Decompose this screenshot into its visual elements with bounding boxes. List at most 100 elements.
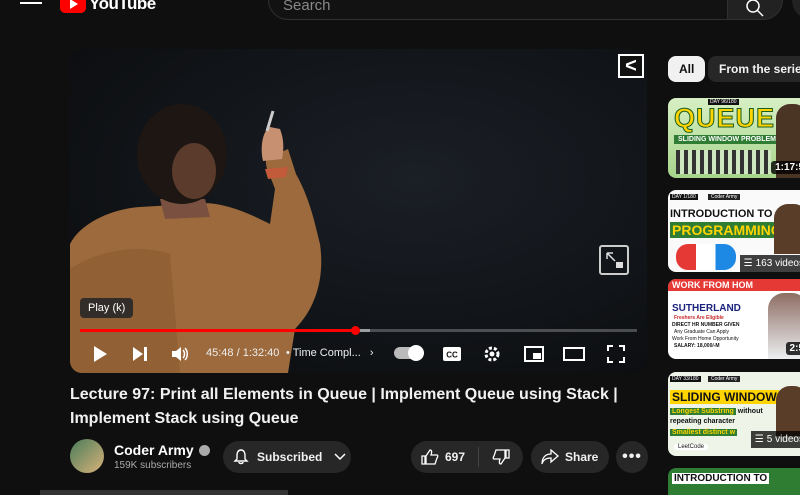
subscriber-count: 159K subscribers: [114, 460, 192, 471]
recommended-playlist-programming[interactable]: Coder Army DAY 1/180 INTRODUCTION TO PRO…: [668, 190, 800, 272]
share-button[interactable]: Share: [531, 441, 609, 473]
recommended-video-partial[interactable]: INTRODUCTION TO: [668, 468, 800, 495]
gear-icon: [484, 346, 500, 362]
time-display: 45:48 / 1:32:40: [206, 347, 280, 359]
settings-button[interactable]: [480, 343, 504, 365]
captions-button[interactable]: CC: [440, 343, 464, 365]
progress-played: [80, 329, 356, 332]
share-icon: [541, 449, 559, 465]
channel-avatar[interactable]: [70, 439, 104, 473]
thumb-line-2: repeating character: [670, 418, 735, 425]
thumb-headline: INTRODUCTION TO: [672, 473, 770, 484]
video-duration: 1:17:5: [771, 161, 800, 174]
thumb-headline: SLIDING WINDOW: [670, 390, 779, 404]
progress-bar[interactable]: [80, 326, 637, 335]
channel-name[interactable]: Coder Army: [114, 442, 210, 458]
thumb-brand: Coder Army: [708, 194, 741, 200]
fullscreen-button[interactable]: [604, 343, 628, 365]
thumb-line-1: Freshers Are Eligible: [674, 315, 724, 321]
volume-icon: [172, 347, 188, 361]
chevron-right-icon: ›: [369, 347, 374, 359]
thumb-headline: QUEUE: [673, 103, 776, 134]
miniplayer-button[interactable]: [522, 343, 546, 365]
thumb-line-5: SALARY: 18,000/-M: [674, 343, 720, 349]
playlist-icon: ☰: [754, 434, 764, 445]
channel-watermark-logo[interactable]: <: [618, 54, 644, 78]
more-actions-button[interactable]: •••: [616, 441, 648, 473]
thumbs-up-icon: [421, 449, 439, 465]
theater-mode-button[interactable]: [562, 343, 586, 365]
volume-button[interactable]: [168, 343, 192, 365]
theater-icon: [563, 347, 585, 361]
like-count: 697: [445, 450, 466, 464]
video-frame-presenter: [70, 104, 322, 373]
channel-name-text: Coder Army: [114, 442, 194, 458]
more-icon: •••: [622, 448, 642, 465]
play-icon: [94, 346, 107, 362]
thumb-presenter: [774, 204, 800, 254]
playlist-count: 163 videos: [755, 258, 800, 269]
chapter-title[interactable]: • Time Compl... ›: [286, 347, 374, 359]
thumb-language-icons: [676, 244, 736, 270]
recommended-video-queue[interactable]: DAY 96/180 QUEUE SLIDING WINDOW PROBLEM …: [668, 98, 800, 178]
youtube-logo[interactable]: YouTube: [60, 0, 156, 14]
recommended-video-sutherland[interactable]: WORK FROM HOM SUTHERLAND Freshers Are El…: [668, 279, 800, 359]
verified-icon: [198, 444, 210, 456]
thumb-footer: LeetCode: [674, 444, 709, 450]
thumb-queue-illustration: [676, 150, 771, 174]
autoplay-toggle[interactable]: [394, 345, 424, 361]
next-button[interactable]: [128, 343, 152, 365]
subscribed-label: Subscribed: [257, 450, 323, 464]
like-button[interactable]: 697: [411, 447, 479, 467]
voice-search-button[interactable]: [792, 0, 800, 20]
chevron-down-icon: [334, 453, 346, 461]
thumb-line-4: Work From Home Opportunity: [672, 336, 739, 342]
playlist-count-badge: ☰ 163 videos: [739, 255, 800, 272]
playlist-count-badge: ☰5 videos: [750, 431, 800, 448]
thumb-banner: WORK FROM HOM: [668, 279, 800, 291]
thumbs-down-icon: [492, 449, 510, 465]
menu-icon[interactable]: [20, 0, 42, 10]
bell-icon: [233, 449, 249, 465]
thumb-day-badge: DAY 33/180: [670, 376, 701, 382]
thumb-line-3: Any Graduate Can Apply: [674, 329, 730, 335]
expand-icon[interactable]: [599, 245, 629, 275]
search-icon: [746, 0, 764, 17]
youtube-play-icon: [60, 0, 86, 13]
subscribed-button[interactable]: Subscribed: [223, 441, 351, 473]
svg-text:CC: CC: [446, 351, 458, 360]
like-dislike-bar: 697: [411, 441, 523, 473]
logo-text: YouTube: [89, 0, 156, 13]
thumb-headline: INTRODUCTION TO: [670, 208, 773, 220]
playlist-icon: ☰: [743, 258, 753, 269]
chip-from-the-series[interactable]: From the series: [708, 56, 800, 82]
cc-icon: CC: [443, 347, 461, 361]
chip-all[interactable]: All: [668, 56, 706, 82]
share-label: Share: [565, 450, 599, 464]
miniplayer-icon: [524, 346, 544, 362]
scroll-strip: [40, 490, 288, 495]
thumb-subheadline: SLIDING WINDOW PROBLEM: [674, 135, 780, 144]
video-player[interactable]: 5: < Play (k) 45:48 / 1:32:40 • Time Com…: [70, 49, 647, 373]
thumb-line-2: DIRECT HR NUMBER GIVEN: [672, 322, 740, 328]
thumb-presenter: [776, 386, 800, 436]
search-box: [268, 0, 728, 20]
thumb-brand: Coder Army: [708, 376, 741, 382]
dislike-button[interactable]: [479, 447, 523, 467]
thumb-company: SUTHERLAND: [672, 303, 741, 314]
thumb-line-1b: without: [737, 408, 763, 415]
chapter-label: • Time Compl...: [286, 347, 361, 359]
thumb-line-1a: Longest Substring: [670, 408, 736, 415]
video-title: Lecture 97: Print all Elements in Queue …: [70, 386, 618, 427]
thumb-line-1: Longest Substring without: [670, 408, 763, 415]
thumb-day-badge: DAY 1/180: [670, 194, 698, 200]
play-tooltip: Play (k): [80, 298, 134, 318]
thumb-headline-2: PROGRAMMING: [670, 222, 784, 238]
fullscreen-icon: [607, 345, 625, 363]
search-button[interactable]: [727, 0, 783, 20]
play-button[interactable]: [88, 343, 112, 365]
recommended-playlist-sliding-window[interactable]: Coder Army DAY 33/180 SLIDING WINDOW Lon…: [668, 372, 800, 456]
thumb-line-3: Smallest distinct w: [670, 429, 738, 436]
video-duration: 2:5: [785, 342, 800, 355]
search-input[interactable]: [283, 0, 703, 14]
